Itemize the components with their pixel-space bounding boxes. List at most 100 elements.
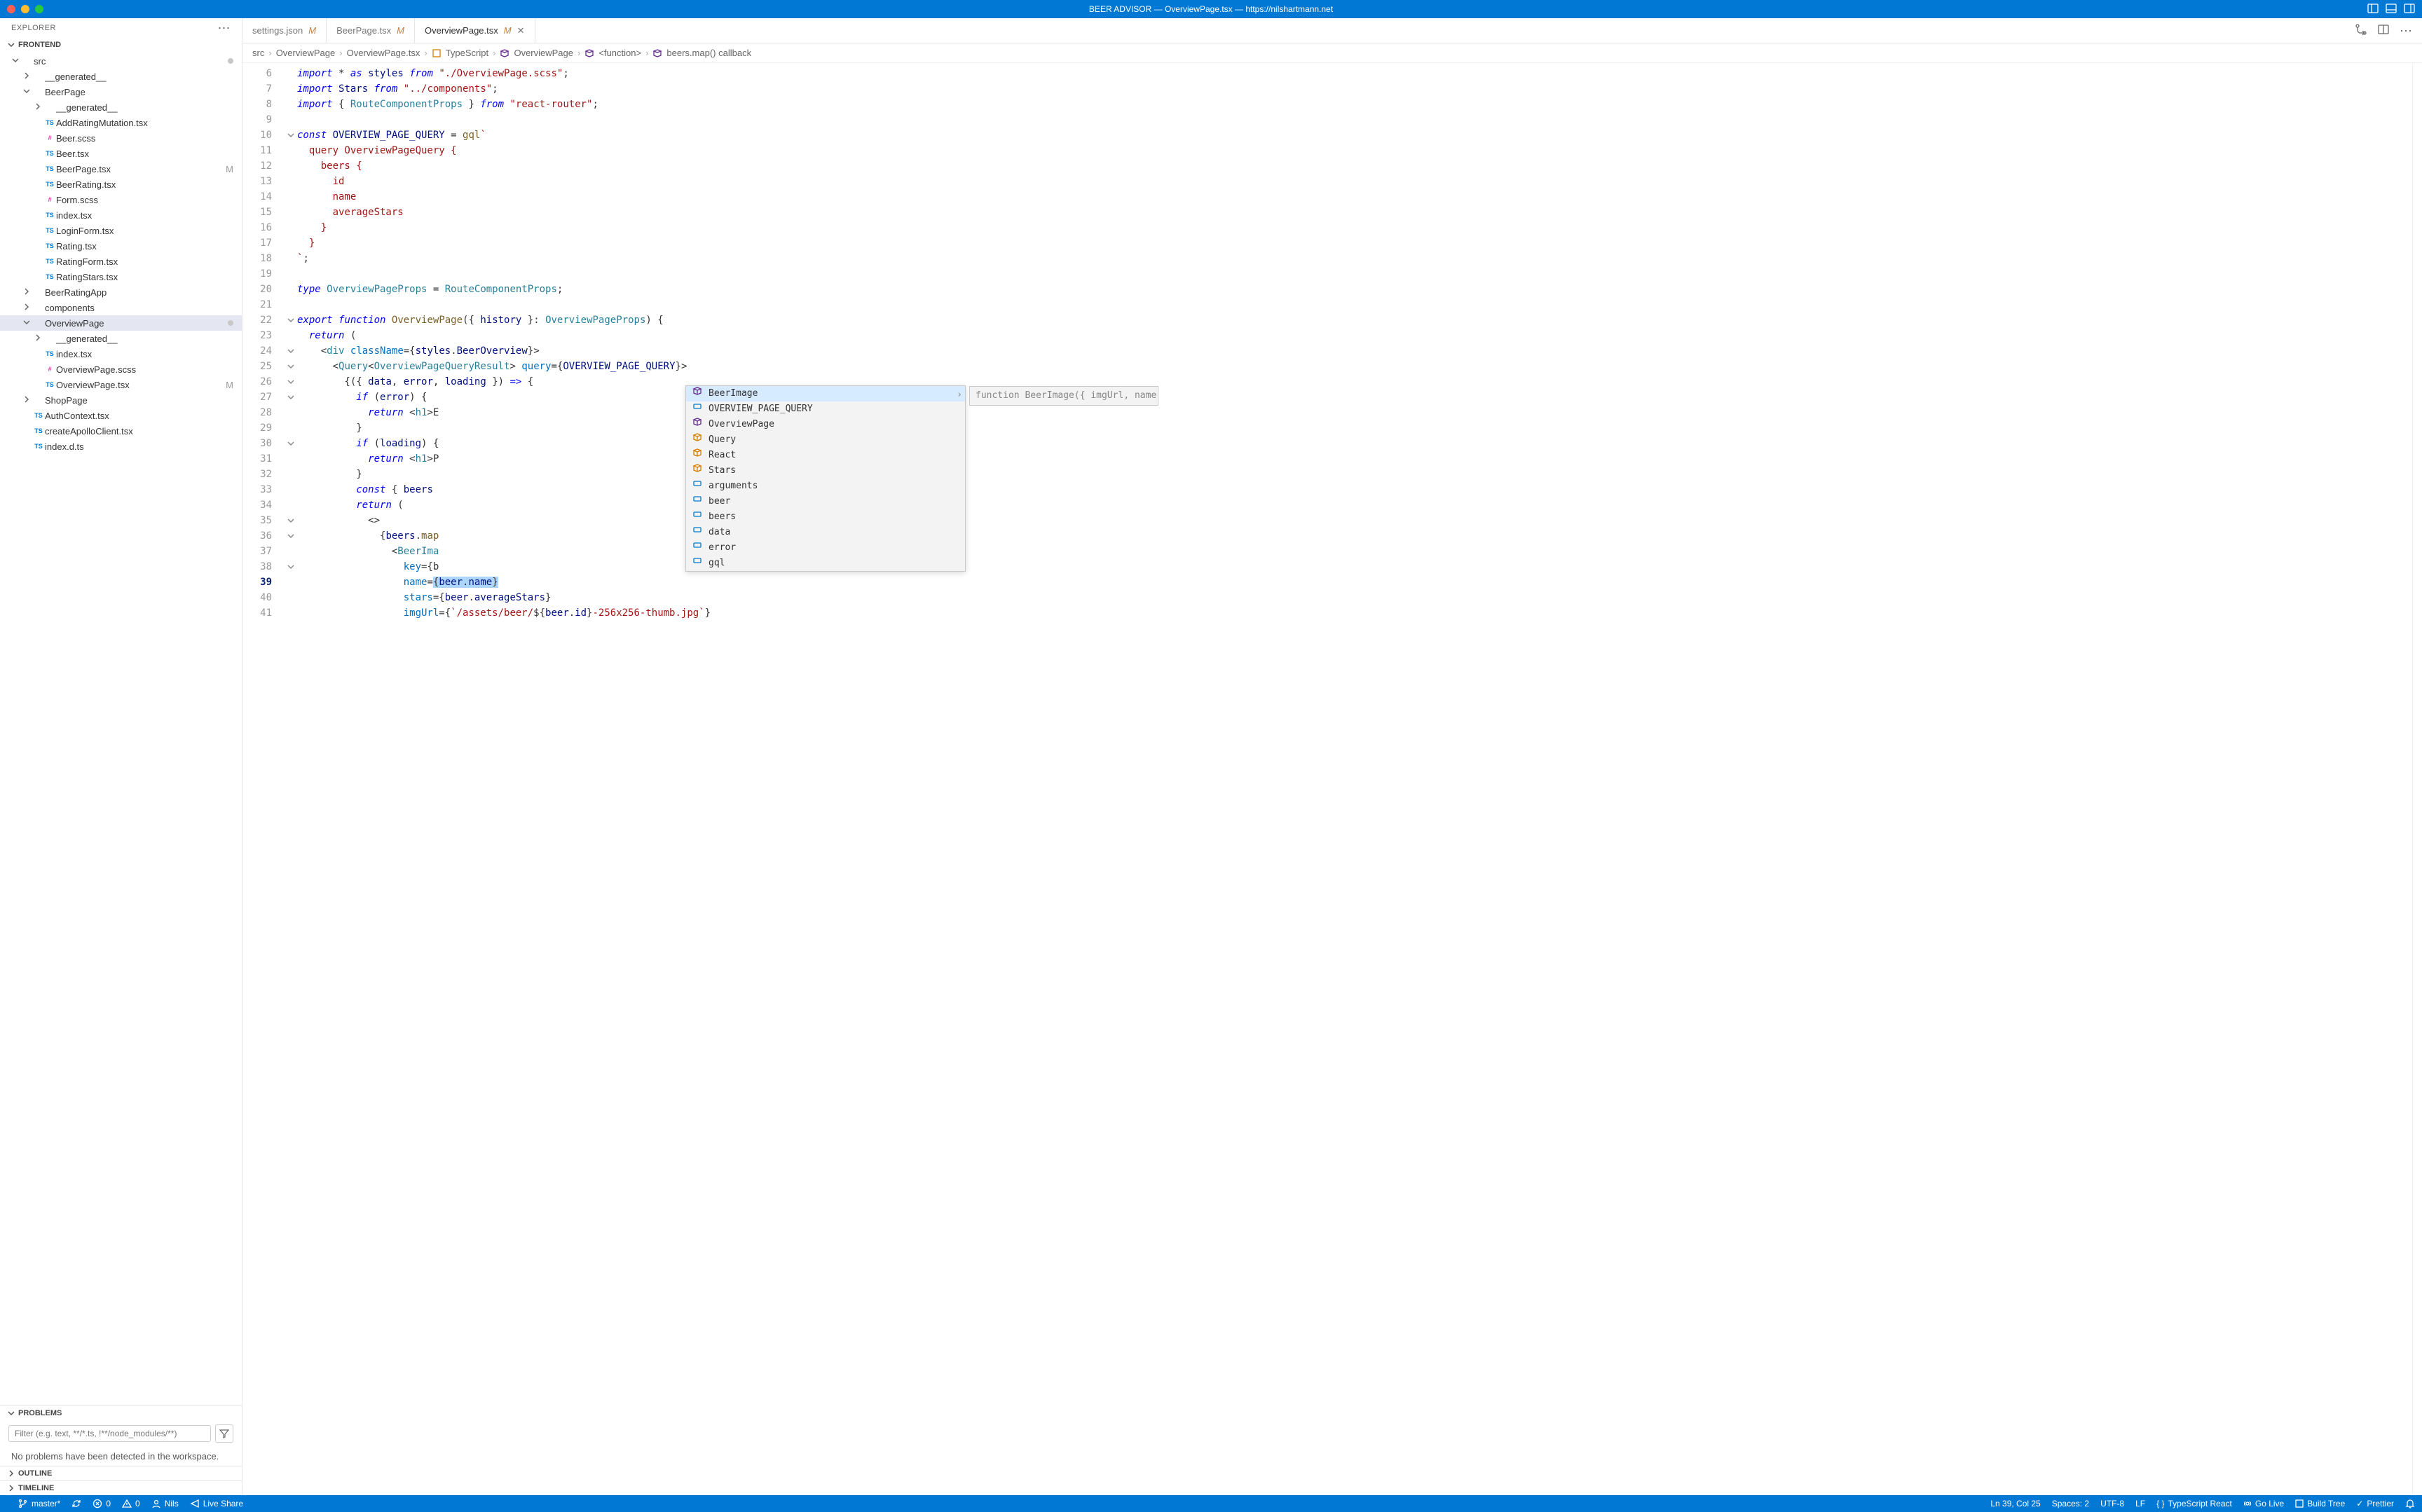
breadcrumb-item[interactable]: TypeScript	[446, 48, 488, 58]
close-tab-icon[interactable]: ✕	[517, 25, 525, 36]
typescript-file-icon: TS	[43, 119, 56, 126]
errors-count[interactable]: 0	[93, 1499, 111, 1508]
tree-item[interactable]: #OverviewPage.scss	[0, 362, 242, 377]
editor-tab[interactable]: OverviewPage.tsx M ✕	[415, 18, 535, 43]
chevron-down-icon[interactable]	[22, 87, 32, 97]
suggest-item[interactable]: data	[686, 525, 965, 540]
tree-item[interactable]: TSindex.tsx	[0, 207, 242, 223]
chevron-right-icon[interactable]	[22, 395, 32, 406]
chevron-right-icon[interactable]	[22, 303, 32, 313]
suggest-item[interactable]: OverviewPage	[686, 417, 965, 432]
tree-item[interactable]: TSBeer.tsx	[0, 146, 242, 161]
breadcrumb-item[interactable]: OverviewPage	[514, 48, 573, 58]
minimap[interactable]	[2412, 63, 2422, 1495]
tree-item[interactable]: __generated__	[0, 69, 242, 84]
read-more-icon[interactable]: ›	[957, 387, 962, 403]
suggest-label: Query	[709, 432, 736, 448]
tree-item[interactable]: TSindex.tsx	[0, 346, 242, 362]
section-problems[interactable]: PROBLEMS	[0, 1406, 242, 1420]
minimize-window-icon[interactable]	[21, 5, 29, 13]
tree-item[interactable]: BeerPage	[0, 84, 242, 99]
tree-item[interactable]: TSAddRatingMutation.tsx	[0, 115, 242, 130]
tree-item[interactable]: #Beer.scss	[0, 130, 242, 146]
tree-item[interactable]: #Form.scss	[0, 192, 242, 207]
tree-item[interactable]: TScreateApolloClient.tsx	[0, 423, 242, 439]
suggest-popup[interactable]: function BeerImage({ imgUrl, name,… › Be…	[685, 385, 966, 572]
chevron-right-icon[interactable]	[34, 334, 43, 344]
breadcrumb-item[interactable]: <function>	[598, 48, 641, 58]
cursor-position[interactable]: Ln 39, Col 25	[1990, 1499, 2040, 1508]
section-frontend[interactable]: FRONTEND	[0, 38, 242, 52]
editor-tab[interactable]: settings.json M	[242, 18, 327, 43]
tree-item[interactable]: TSindex.d.ts	[0, 439, 242, 454]
git-branch[interactable]: master*	[18, 1499, 60, 1508]
suggest-item[interactable]: gql	[686, 556, 965, 571]
problems-filter-input[interactable]	[8, 1425, 211, 1442]
tree-item[interactable]: TSRatingStars.tsx	[0, 269, 242, 284]
suggest-item[interactable]: beer	[686, 494, 965, 509]
breadcrumb-separator: ›	[339, 48, 342, 58]
breadcrumb-item[interactable]: src	[252, 48, 264, 58]
section-timeline[interactable]: TIMELINE	[0, 1480, 242, 1495]
chevron-down-icon[interactable]	[22, 318, 32, 329]
suggest-item[interactable]: arguments	[686, 479, 965, 494]
tree-item[interactable]: BeerRatingApp	[0, 284, 242, 300]
file-tree[interactable]: src__generated__BeerPage__generated__TSA…	[0, 52, 242, 1406]
go-live[interactable]: Go Live	[2243, 1499, 2284, 1508]
maximize-window-icon[interactable]	[35, 5, 43, 13]
breadcrumb-item[interactable]: beers.map() callback	[666, 48, 751, 58]
language-mode[interactable]: { } TypeScript React	[2156, 1499, 2232, 1508]
suggest-item[interactable]: Query	[686, 432, 965, 448]
warnings-count[interactable]: 0	[122, 1499, 140, 1508]
chevron-down-icon[interactable]	[11, 56, 21, 67]
tree-item-label: BeerPage.tsx	[56, 164, 223, 174]
suggest-item[interactable]: Stars	[686, 463, 965, 479]
layout-panel-bottom-icon[interactable]	[2386, 3, 2397, 16]
breadcrumb-item[interactable]: OverviewPage.tsx	[347, 48, 420, 58]
code-editor[interactable]: 6789101112131415161718192021222324252627…	[242, 63, 2422, 1495]
tree-item-label: Beer.scss	[56, 133, 233, 144]
tree-item[interactable]: TSBeerRating.tsx	[0, 177, 242, 192]
close-window-icon[interactable]	[7, 5, 15, 13]
suggest-item[interactable]: React	[686, 448, 965, 463]
split-editor-icon[interactable]	[2377, 23, 2390, 38]
tree-item[interactable]: OverviewPage	[0, 315, 242, 331]
tree-item[interactable]: src	[0, 53, 242, 69]
editor-tab[interactable]: BeerPage.tsx M	[327, 18, 415, 43]
chevron-right-icon[interactable]	[34, 102, 43, 113]
section-outline[interactable]: OUTLINE	[0, 1466, 242, 1480]
build-tree[interactable]: Build Tree	[2295, 1499, 2345, 1508]
sync-icon[interactable]	[71, 1499, 81, 1508]
eol[interactable]: LF	[2135, 1499, 2145, 1508]
layout-panel-left-icon[interactable]	[2367, 3, 2379, 16]
breadcrumb[interactable]: src›OverviewPage›OverviewPage.tsx›TypeSc…	[242, 43, 2422, 63]
tree-item[interactable]: __generated__	[0, 331, 242, 346]
prettier[interactable]: ✓ Prettier	[2356, 1499, 2394, 1508]
encoding[interactable]: UTF-8	[2100, 1499, 2124, 1508]
code-body[interactable]: import * as styles from "./OverviewPage.…	[297, 63, 2412, 1495]
tree-item[interactable]: TSOverviewPage.tsxM	[0, 377, 242, 392]
user-account[interactable]: Nils	[151, 1499, 179, 1508]
live-share[interactable]: Live Share	[190, 1499, 243, 1508]
breadcrumb-item[interactable]: OverviewPage	[276, 48, 336, 58]
suggest-item[interactable]: BeerImage	[686, 386, 965, 401]
suggest-item[interactable]: error	[686, 540, 965, 556]
tree-item[interactable]: ShopPage	[0, 392, 242, 408]
chevron-right-icon[interactable]	[22, 287, 32, 298]
indent-setting[interactable]: Spaces: 2	[2052, 1499, 2089, 1508]
filter-icon[interactable]	[215, 1424, 233, 1443]
fold-column[interactable]	[285, 63, 297, 1495]
tree-item[interactable]: TSRatingForm.tsx	[0, 254, 242, 269]
tree-item[interactable]: TSAuthContext.tsx	[0, 408, 242, 423]
chevron-right-icon[interactable]	[22, 71, 32, 82]
tree-item[interactable]: TSRating.tsx	[0, 238, 242, 254]
suggest-item[interactable]: beers	[686, 509, 965, 525]
suggest-item[interactable]: OVERVIEW_PAGE_QUERY	[686, 401, 965, 417]
tree-item[interactable]: TSLoginForm.tsx	[0, 223, 242, 238]
compare-changes-icon[interactable]	[2355, 23, 2367, 38]
layout-panel-right-icon[interactable]	[2404, 3, 2415, 16]
tree-item[interactable]: TSBeerPage.tsxM	[0, 161, 242, 177]
tree-item[interactable]: components	[0, 300, 242, 315]
tree-item[interactable]: __generated__	[0, 99, 242, 115]
notifications-icon[interactable]	[2405, 1499, 2415, 1508]
